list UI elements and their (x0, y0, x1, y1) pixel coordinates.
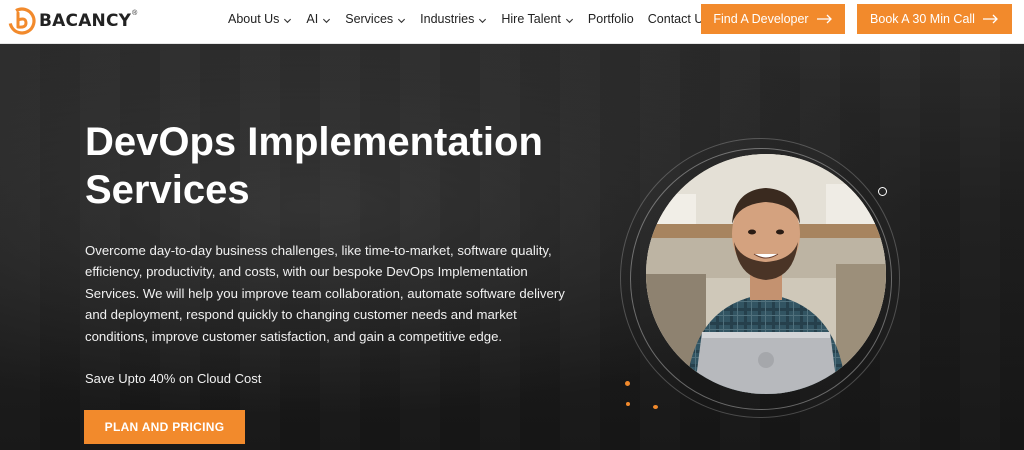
decorative-orange-dot (653, 405, 658, 409)
nav-item-about-us[interactable]: About Us (228, 12, 292, 26)
chevron-down-icon (398, 18, 406, 23)
hero-title: DevOps Implementation Services (85, 118, 605, 214)
registered-mark: ® (132, 9, 138, 17)
nav-item-hire-talent[interactable]: Hire Talent (501, 12, 574, 26)
chevron-down-icon (284, 18, 292, 23)
nav-item-label: AI (306, 12, 319, 26)
brand-name: BACANCY (39, 11, 132, 31)
decorative-orange-dot (626, 402, 630, 406)
bacancy-logo-icon (8, 7, 36, 35)
plan-and-pricing-button[interactable]: PLAN AND PRICING (84, 410, 245, 444)
nav-item-industries[interactable]: Industries (420, 12, 487, 26)
hero-photo (646, 154, 886, 394)
cloud-savings-text: Save Upto 40% on Cloud Cost (85, 371, 262, 386)
nav-item-label: About Us (228, 12, 280, 26)
hero-description: Overcome day-to-day business challenges,… (85, 243, 565, 344)
arrow-right-icon (816, 14, 832, 24)
find-developer-button[interactable]: Find A Developer (701, 4, 845, 34)
nav-item-portfolio[interactable]: Portfolio (588, 12, 634, 26)
nav-item-label: Services (345, 12, 394, 26)
nav-item-label: Industries (420, 12, 475, 26)
chevron-down-icon (323, 18, 331, 23)
nav-item-label: Hire Talent (501, 12, 561, 26)
main-nav: About Us AI Services Industries Hire Tal… (228, 0, 724, 38)
nav-item-ai[interactable]: AI (306, 12, 331, 26)
find-developer-label: Find A Developer (713, 12, 809, 26)
book-call-button[interactable]: Book A 30 Min Call (857, 4, 1012, 34)
site-header: BACANCY ® About Us AI Services Industrie… (0, 0, 1024, 44)
hero-title-line1: DevOps Implementation (85, 120, 543, 164)
hero-section: DevOps Implementation Services Overcome … (0, 44, 1024, 450)
chevron-down-icon (565, 18, 573, 23)
chevron-down-icon (479, 18, 487, 23)
brand-logo[interactable]: BACANCY ® (8, 6, 137, 36)
nav-item-services[interactable]: Services (345, 12, 406, 26)
hero-title-line2: Services (85, 168, 250, 212)
decorative-dot (878, 187, 887, 196)
arrow-right-icon (982, 14, 998, 24)
decorative-orange-dot (625, 381, 630, 386)
developer-with-laptop-illustration (646, 154, 886, 394)
book-call-label: Book A 30 Min Call (870, 12, 975, 26)
nav-item-label: Portfolio (587, 12, 634, 26)
